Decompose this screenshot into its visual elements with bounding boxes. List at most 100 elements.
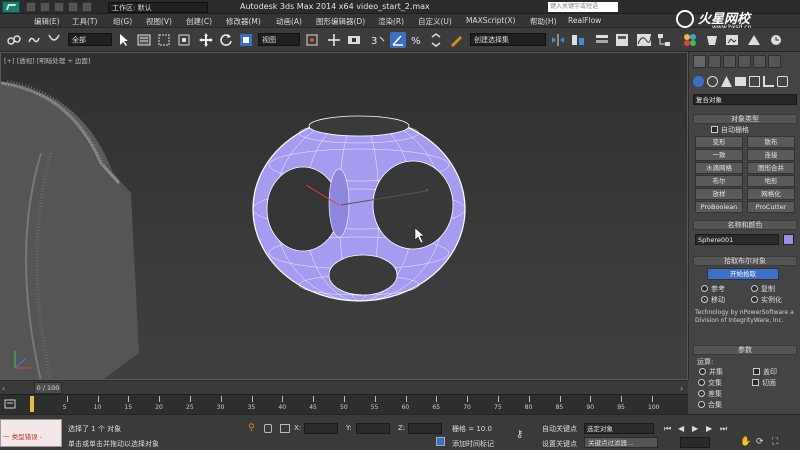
play-icon[interactable]: ▶	[692, 424, 698, 433]
mirror-icon[interactable]	[550, 32, 566, 48]
connect-button[interactable]: 连接	[747, 149, 795, 161]
snaps-toggle-icon[interactable]: 3	[370, 32, 386, 48]
object-type-rollout-header[interactable]: 对象类型	[693, 114, 797, 124]
named-selection-set-dropdown[interactable]: 创建选择集	[470, 33, 546, 46]
terrain-button[interactable]: 地形	[747, 175, 795, 187]
menu-tools[interactable]: 工具(T)	[72, 16, 97, 27]
boolean-button[interactable]: 布尔	[695, 175, 743, 187]
imprint-checkbox[interactable]	[753, 368, 760, 375]
menu-maxscript[interactable]: MAXScript(X)	[466, 16, 515, 25]
keyboard-shortcut-icon[interactable]	[346, 32, 362, 48]
prev-frame-icon[interactable]: ◀	[678, 424, 684, 433]
radio-reference[interactable]	[701, 285, 708, 292]
radio-intersection[interactable]	[698, 379, 705, 386]
isolate-selection-icon[interactable]: ⚲	[248, 423, 258, 433]
selection-lock-icon[interactable]	[264, 424, 272, 433]
select-manipulate-icon[interactable]	[326, 32, 342, 48]
spinner-snap-icon[interactable]	[428, 32, 444, 48]
tab-motion[interactable]	[738, 55, 751, 68]
menu-customize[interactable]: 自定义(U)	[418, 16, 452, 27]
radio-merge[interactable]	[698, 401, 705, 408]
shapes-icon[interactable]	[707, 76, 718, 87]
tab-display[interactable]	[753, 55, 766, 68]
menu-group[interactable]: 组(G)	[113, 16, 132, 27]
x-coordinate-field[interactable]	[304, 423, 338, 434]
tab-utilities[interactable]	[768, 55, 781, 68]
rect-select-region-icon[interactable]	[156, 32, 172, 48]
blobmesh-button[interactable]: 水滴网格	[695, 162, 743, 174]
time-slider-handle[interactable]: 0 / 100	[34, 382, 62, 394]
loft-button[interactable]: 放样	[695, 188, 743, 200]
key-mode-dropdown[interactable]: 选定对象	[584, 423, 654, 434]
time-prev-icon[interactable]: ‹	[2, 384, 5, 393]
scale-icon[interactable]	[238, 32, 254, 48]
morph-button[interactable]: 变形	[695, 136, 743, 148]
app-logo-icon[interactable]	[2, 1, 20, 13]
tab-create[interactable]	[693, 55, 706, 68]
menu-modifiers[interactable]: 修改器(M)	[226, 16, 261, 27]
menu-realflow[interactable]: RealFlow	[568, 16, 601, 25]
absolute-mode-icon[interactable]	[280, 424, 290, 433]
link-icon[interactable]	[6, 32, 22, 48]
select-object-icon[interactable]	[116, 32, 132, 48]
align-icon[interactable]	[570, 32, 586, 48]
mesher-button[interactable]: 网格化	[747, 188, 795, 200]
pan-icon[interactable]: ✋	[740, 437, 751, 447]
save-file-icon[interactable]	[54, 2, 64, 12]
conform-button[interactable]: 一致	[695, 149, 743, 161]
add-time-tag[interactable]: 添加时间标记	[452, 439, 494, 449]
go-to-end-icon[interactable]: ⏭	[720, 424, 727, 434]
autokey-label[interactable]: 自动关键点	[542, 424, 577, 434]
track-bar[interactable]: 5 10 15 20 25 30 35 40 45 50 55 60 65 70 75 80 85 90 95 100	[0, 394, 688, 414]
name-color-rollout-header[interactable]: 名称和颜色	[693, 220, 797, 230]
redo-icon[interactable]	[82, 2, 92, 12]
helpers-icon[interactable]	[749, 76, 760, 87]
cameras-icon[interactable]	[735, 77, 746, 86]
shapemerge-button[interactable]: 图形合并	[747, 162, 795, 174]
tab-hierarchy[interactable]	[723, 55, 736, 68]
menu-animation[interactable]: 动画(A)	[276, 16, 302, 27]
spacewarps-icon[interactable]	[763, 76, 774, 87]
radio-copy[interactable]	[751, 285, 758, 292]
schematic-view-icon[interactable]	[656, 32, 672, 48]
cut-checkbox[interactable]	[752, 379, 759, 386]
current-frame-field[interactable]	[680, 437, 710, 448]
radio-union[interactable]	[699, 368, 706, 375]
key-icon[interactable]: ⚷	[516, 429, 523, 440]
material-editor-icon[interactable]	[682, 32, 698, 48]
menu-views[interactable]: 视图(V)	[146, 16, 172, 27]
selection-filter-dropdown[interactable]: 全部	[68, 33, 112, 46]
category-dropdown[interactable]: 复合对象	[693, 94, 797, 105]
search-input[interactable]: 键入关键字或短语	[548, 2, 618, 12]
unlink-icon[interactable]	[26, 32, 42, 48]
curve-editor-icon[interactable]	[636, 32, 652, 48]
perspective-viewport[interactable]: [+] [透视] [明暗处理 + 边面]	[0, 52, 688, 380]
time-next-icon[interactable]: ›	[680, 384, 683, 393]
systems-icon[interactable]	[777, 76, 788, 87]
move-icon[interactable]	[198, 32, 214, 48]
setkey-label[interactable]: 设置关键点	[542, 439, 577, 449]
edit-named-selection-icon[interactable]	[448, 32, 464, 48]
key-filters-button[interactable]: 关键点过滤器...	[584, 437, 658, 448]
time-slider[interactable]: 0 / 100 ‹ ›	[0, 380, 688, 394]
orbit-icon[interactable]: ⟳	[756, 437, 764, 447]
start-picking-button[interactable]: 开始拾取	[707, 268, 779, 280]
window-crossing-icon[interactable]	[176, 32, 192, 48]
angle-snap-icon[interactable]	[390, 32, 406, 48]
object-name-field[interactable]: Sphere001	[695, 234, 779, 245]
bind-spacewarp-icon[interactable]	[46, 32, 62, 48]
go-to-start-icon[interactable]: ⏮	[664, 424, 671, 434]
layer-manager-icon[interactable]	[594, 32, 610, 48]
proboolean-button[interactable]: ProBoolean	[695, 201, 743, 213]
maximize-viewport-icon[interactable]: ⛶	[772, 437, 778, 447]
time-tag-icon[interactable]	[436, 437, 445, 446]
rendered-frame-window-icon[interactable]	[724, 32, 740, 48]
menu-create[interactable]: 创建(C)	[186, 16, 212, 27]
procutter-button[interactable]: ProCutter	[747, 201, 795, 213]
render-setup-icon[interactable]	[704, 32, 720, 48]
pick-boolean-rollout-header[interactable]: 拾取布尔对象	[693, 256, 797, 266]
geometry-icon[interactable]	[693, 76, 704, 87]
menu-rendering[interactable]: 渲染(R)	[378, 16, 404, 27]
radio-instance[interactable]	[751, 296, 758, 303]
maxscript-listener[interactable]: 一 类型错误 -	[0, 419, 62, 447]
